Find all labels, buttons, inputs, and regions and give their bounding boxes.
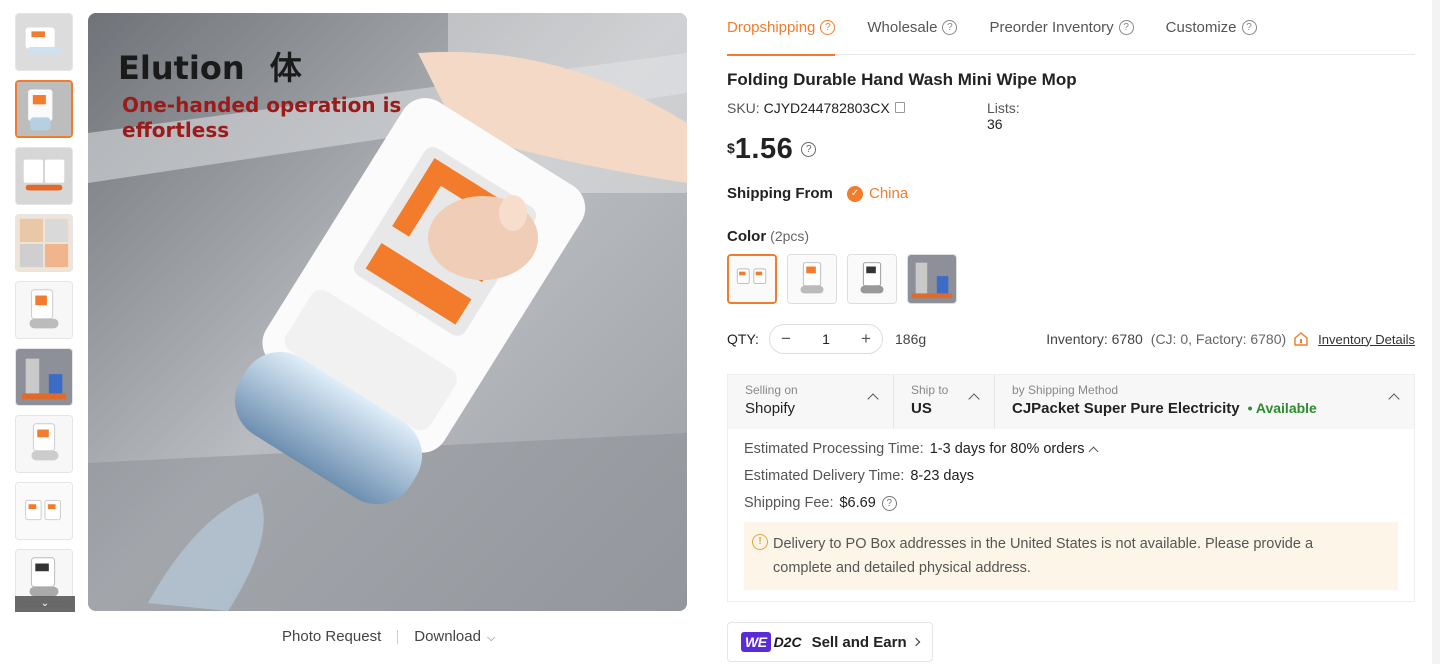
color-swatch[interactable] xyxy=(787,254,837,304)
warehouse-icon xyxy=(1294,332,1308,346)
notice-text: Delivery to PO Box addresses in the Unit… xyxy=(773,536,1314,576)
image-actions: Photo Request Download ⌵ xyxy=(282,628,495,645)
quantity-row: QTY: − 1 + 186g Inventory: 6780 (CJ: 0, … xyxy=(727,324,1415,354)
thumbnail-scroll-down-button[interactable]: ⌄ xyxy=(15,596,75,612)
thumbnail[interactable] xyxy=(15,415,73,473)
help-icon[interactable]: ? xyxy=(1241,20,1257,35)
tab-dropshipping[interactable]: Dropshipping? xyxy=(727,0,836,56)
thumbnail[interactable] xyxy=(15,214,73,272)
help-icon[interactable]: ? xyxy=(801,142,817,157)
chevron-right-icon xyxy=(911,637,920,647)
shipping-options: Selling on Shopify Ship to US by Shippin… xyxy=(727,374,1415,602)
shipping-from: Shipping From ✓ China xyxy=(727,185,908,202)
shipping-from-label: Shipping From xyxy=(727,185,833,202)
help-icon[interactable]: ? xyxy=(820,20,836,35)
color-label: Color xyxy=(727,228,767,245)
thumbnail[interactable] xyxy=(15,482,73,540)
we-logo: WE xyxy=(741,632,771,652)
purchase-mode-tabs: Dropshipping? Wholesale? Preorder Invent… xyxy=(727,0,1415,56)
sku-value: CJYD244782803CX xyxy=(763,100,890,116)
selling-on-select[interactable]: Selling on Shopify xyxy=(728,375,894,429)
ship-to-label: Ship to xyxy=(911,383,949,397)
photo-request-link[interactable]: Photo Request xyxy=(282,628,381,645)
inventory-details-link[interactable]: Inventory Details xyxy=(1318,332,1415,347)
color-swatch[interactable] xyxy=(907,254,957,304)
help-icon[interactable]: ? xyxy=(881,495,897,511)
processing-time-label: Estimated Processing Time: xyxy=(744,441,924,457)
page-scrollbar[interactable] xyxy=(1432,0,1440,664)
shipping-details: Estimated Processing Time: 1-3 days for … xyxy=(728,429,1414,590)
inventory-breakdown: (CJ: 0, Factory: 6780) xyxy=(1150,331,1287,347)
inventory-label: Inventory: xyxy=(1046,331,1108,347)
shipping-method-select[interactable]: by Shipping Method CJPacket Super Pure E… xyxy=(995,375,1414,429)
color-swatch[interactable] xyxy=(727,254,777,304)
image-overlay-title: Elution 体 xyxy=(118,49,302,87)
color-swatch[interactable] xyxy=(847,254,897,304)
help-icon[interactable]: ? xyxy=(942,20,958,35)
processing-time-row: Estimated Processing Time: 1-3 days for … xyxy=(744,441,1398,457)
thumbnail[interactable] xyxy=(15,13,73,71)
chevron-down-icon: ⌵ xyxy=(486,632,496,644)
ship-to-select[interactable]: Ship to US xyxy=(894,375,995,429)
price: $ 1.56 ? xyxy=(727,133,817,166)
inventory-info: Inventory: 6780 (CJ: 0, Factory: 6780) I… xyxy=(1046,331,1415,347)
color-selector-label: Color (2pcs) xyxy=(727,228,809,245)
tab-wholesale[interactable]: Wholesale? xyxy=(867,0,958,55)
inventory-value: 6780 xyxy=(1111,331,1143,347)
download-link[interactable]: Download ⌵ xyxy=(414,628,495,645)
sku-row: SKU: CJYD244782803CX Lists: 36 xyxy=(727,100,1020,132)
price-amount: 1.56 xyxy=(734,133,794,165)
delivery-time-label: Estimated Delivery Time: xyxy=(744,468,905,484)
divider xyxy=(397,629,399,644)
d2c-sell-and-earn-button[interactable]: WE D2C Sell and Earn xyxy=(727,622,933,662)
thumbnail[interactable] xyxy=(15,281,73,339)
processing-time-value: 1-3 days for 80% orders xyxy=(929,441,1085,457)
decrement-button[interactable]: − xyxy=(770,329,802,349)
qty-label: QTY: xyxy=(727,331,759,347)
thumbnail-strip xyxy=(15,13,75,611)
shipping-fee-label: Shipping Fee: xyxy=(744,495,834,511)
delivery-time-row: Estimated Delivery Time: 8-23 days xyxy=(744,468,1398,484)
shipping-selectors: Selling on Shopify Ship to US by Shippin… xyxy=(728,375,1414,429)
image-overlay-subtitle: One-handed operation is effortless xyxy=(122,93,402,142)
thumbnail[interactable] xyxy=(15,147,73,205)
color-swatches xyxy=(727,254,967,304)
thumbnail[interactable] xyxy=(15,80,73,138)
increment-button[interactable]: + xyxy=(850,329,882,349)
shipping-method-label: by Shipping Method xyxy=(1012,383,1119,397)
quantity-stepper: − 1 + xyxy=(769,324,883,354)
shipping-method-value: CJPacket Super Pure Electricity xyxy=(1012,400,1240,417)
ship-to-value: US xyxy=(911,400,932,417)
help-icon[interactable]: ? xyxy=(1118,20,1134,35)
warning-icon: ! xyxy=(752,534,768,550)
sell-and-earn-label: Sell and Earn xyxy=(811,633,907,651)
main-product-image[interactable]: Elution 体 One-handed operation is effort… xyxy=(88,13,687,611)
copy-icon[interactable] xyxy=(894,102,905,113)
sku-label: SKU: xyxy=(727,100,760,116)
color-selected-value: (2pcs) xyxy=(770,228,810,244)
d2c-logo: D2C xyxy=(773,634,802,650)
product-weight: 186g xyxy=(895,331,927,347)
product-info-panel: Dropshipping? Wholesale? Preorder Invent… xyxy=(727,0,1415,662)
product-title: Folding Durable Hand Wash Mini Wipe Mop xyxy=(727,70,1077,89)
availability-status: • Available xyxy=(1247,400,1317,416)
check-icon: ✓ xyxy=(847,185,863,202)
tab-customize[interactable]: Customize? xyxy=(1166,0,1257,55)
shipping-fee-value: $6.69 xyxy=(839,495,876,511)
chevron-down-icon: ⌄ xyxy=(40,598,50,609)
chevron-up-icon[interactable] xyxy=(1089,446,1099,456)
shipping-from-country[interactable]: China xyxy=(869,185,908,202)
download-label: Download xyxy=(414,628,481,645)
po-box-notice: ! Delivery to PO Box addresses in the Un… xyxy=(744,522,1398,590)
tab-preorder-inventory[interactable]: Preorder Inventory? xyxy=(989,0,1134,55)
quantity-input[interactable]: 1 xyxy=(802,331,850,347)
lists-count: Lists: 36 xyxy=(987,100,1020,132)
thumbnail[interactable] xyxy=(15,348,73,406)
currency-symbol: $ xyxy=(727,140,735,156)
delivery-time-value: 8-23 days xyxy=(910,468,975,484)
shipping-fee-row: Shipping Fee: $6.69 ? xyxy=(744,495,1398,511)
